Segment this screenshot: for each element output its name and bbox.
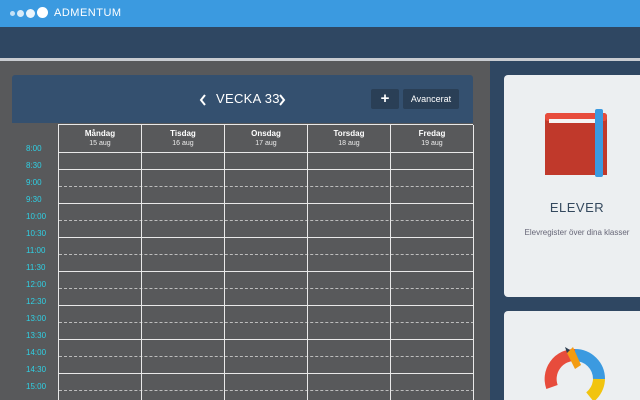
sub-header-bar [0,27,640,58]
day-column[interactable]: Måndag 15 aug [59,125,142,400]
time-label: 9:30 [26,195,42,204]
advanced-button[interactable]: Avancerat [403,89,459,109]
day-name: Tisdag [170,129,196,138]
day-column[interactable]: Fredag 19 aug [391,125,474,400]
day-date: 16 aug [172,140,194,147]
day-date: 19 aug [421,140,443,147]
card-description: Elevregister över dina klasser [524,228,630,237]
day-date: 15 aug [89,140,111,147]
day-name: Onsdag [251,129,281,138]
time-label: 10:30 [26,229,47,238]
time-label: 12:30 [26,297,47,306]
time-label: 9:00 [26,178,42,187]
day-column[interactable]: Onsdag 17 aug [225,125,308,400]
time-label: 13:00 [26,314,47,323]
chevron-right-icon[interactable] [277,94,286,106]
time-label: 11:30 [26,263,46,272]
app-logo-text[interactable]: ADMENTUM [54,7,122,19]
day-date: 17 aug [255,140,277,147]
top-bar: ADMENTUM [0,0,640,27]
time-label: 11:00 [26,246,46,255]
pencil-chart-icon [544,347,605,400]
day-name: Måndag [84,129,116,138]
day-name: Fredag [418,129,446,138]
card-title: ELEVER [549,200,605,215]
time-label: 8:30 [26,161,42,170]
day-column[interactable]: Torsdag 18 aug [308,125,391,400]
chevron-left-icon[interactable] [199,94,208,106]
book-icon [545,109,607,177]
time-column: 8:00 8:30 9:00 9:30 10:00 10:30 11:00 11:30 12:0… [12,123,58,400]
day-column[interactable]: Tisdag 16 aug [142,125,225,400]
time-label: 15:00 [26,382,47,391]
week-label: VECKA 33 [216,91,280,106]
time-label: 10:00 [26,212,47,221]
add-event-button[interactable]: + [371,89,399,109]
time-label: 12:00 [26,280,47,289]
time-label: 13:30 [26,331,47,340]
time-label: 14:30 [26,365,47,374]
day-date: 18 aug [338,140,360,147]
calendar-grid[interactable]: Måndag 15 aug Tisdag 16 aug Onsdag 17 aug Tors… [58,124,474,400]
students-card[interactable]: ELEVER Elevregister över dina klasser [504,75,640,297]
time-label: 8:00 [26,144,42,153]
time-label: 14:00 [26,348,47,357]
day-name: Torsdag [333,129,365,138]
second-card[interactable] [504,311,640,400]
